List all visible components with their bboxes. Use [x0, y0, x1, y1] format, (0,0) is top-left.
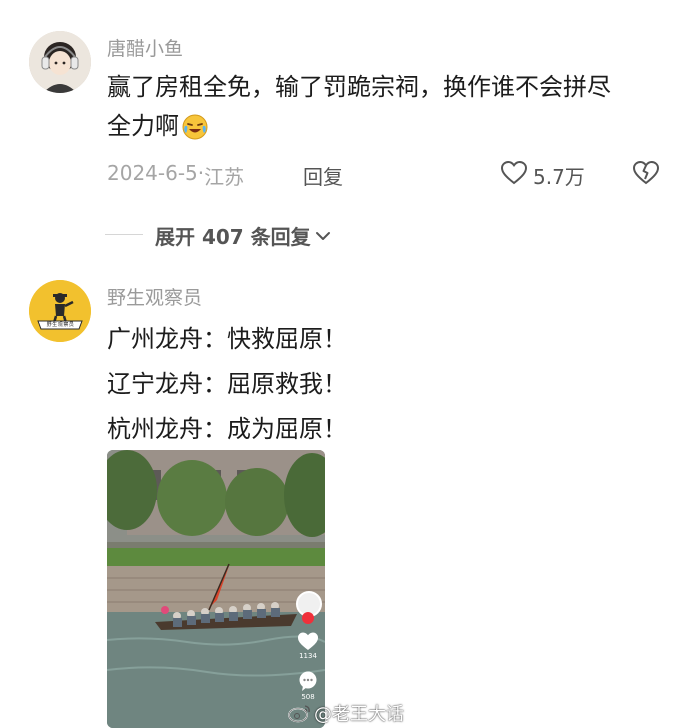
- comment-location: 江苏: [204, 165, 245, 189]
- video-frame-image: [107, 450, 325, 728]
- comment-text-line-2: 全力啊: [107, 107, 611, 146]
- video-thumbnail[interactable]: 1134 508: [107, 450, 325, 728]
- comment-meta: 2024-6-5 · 江苏: [107, 161, 244, 190]
- comment-text-tail: 全力啊: [107, 112, 179, 140]
- chevron-down-icon: [313, 226, 333, 246]
- comment-date: 2024-6-5: [107, 161, 198, 185]
- comment-text-line: 广州龙舟：快救屈原！: [107, 325, 347, 353]
- video-like-count: 1134: [299, 652, 317, 660]
- like-count: 5.7万: [533, 165, 585, 189]
- avatar[interactable]: [29, 31, 91, 93]
- heart-icon[interactable]: [499, 158, 529, 188]
- comment-text: 广州龙舟：快救屈原！ 辽宁龙舟：屈原救我！ 杭州龙舟：成为屈原！: [107, 317, 347, 452]
- comment-username[interactable]: 野生观察员: [107, 283, 202, 310]
- dislike-broken-heart-icon[interactable]: [631, 158, 661, 188]
- watermark-text: @老王大话: [314, 704, 404, 725]
- follow-plus-icon[interactable]: [302, 612, 314, 624]
- video-like-icon[interactable]: [296, 630, 320, 652]
- expand-replies-label: 展开 407 条回复: [155, 225, 311, 249]
- weibo-icon: [288, 703, 312, 723]
- comment-text: 赢了房租全免，输了罚跪宗祠，换作谁不会拼尽 全力啊: [107, 68, 611, 146]
- comment-text-line: 杭州龙舟：成为屈原！: [107, 415, 347, 443]
- avatar[interactable]: 野 生 观 察 员: [29, 280, 91, 342]
- divider: [105, 234, 143, 235]
- comment-text-line: 赢了房租全免，输了罚跪宗祠，换作谁不会拼尽: [107, 73, 611, 101]
- avatar-illustration: [29, 31, 91, 93]
- avatar-banner-text: 野 生 观 察 员: [46, 322, 74, 328]
- comment-username[interactable]: 唐醋小鱼: [107, 34, 183, 61]
- expand-replies-button[interactable]: 展开 407 条回复: [155, 221, 333, 250]
- video-comment-icon[interactable]: [297, 670, 319, 692]
- watermark: @老王大话: [288, 700, 404, 726]
- laughing-crying-emoji-icon: [181, 113, 209, 141]
- avatar-logo: [29, 280, 91, 342]
- comment-text-line: 辽宁龙舟：屈原救我！: [107, 370, 347, 398]
- reply-button[interactable]: 回复: [303, 161, 343, 190]
